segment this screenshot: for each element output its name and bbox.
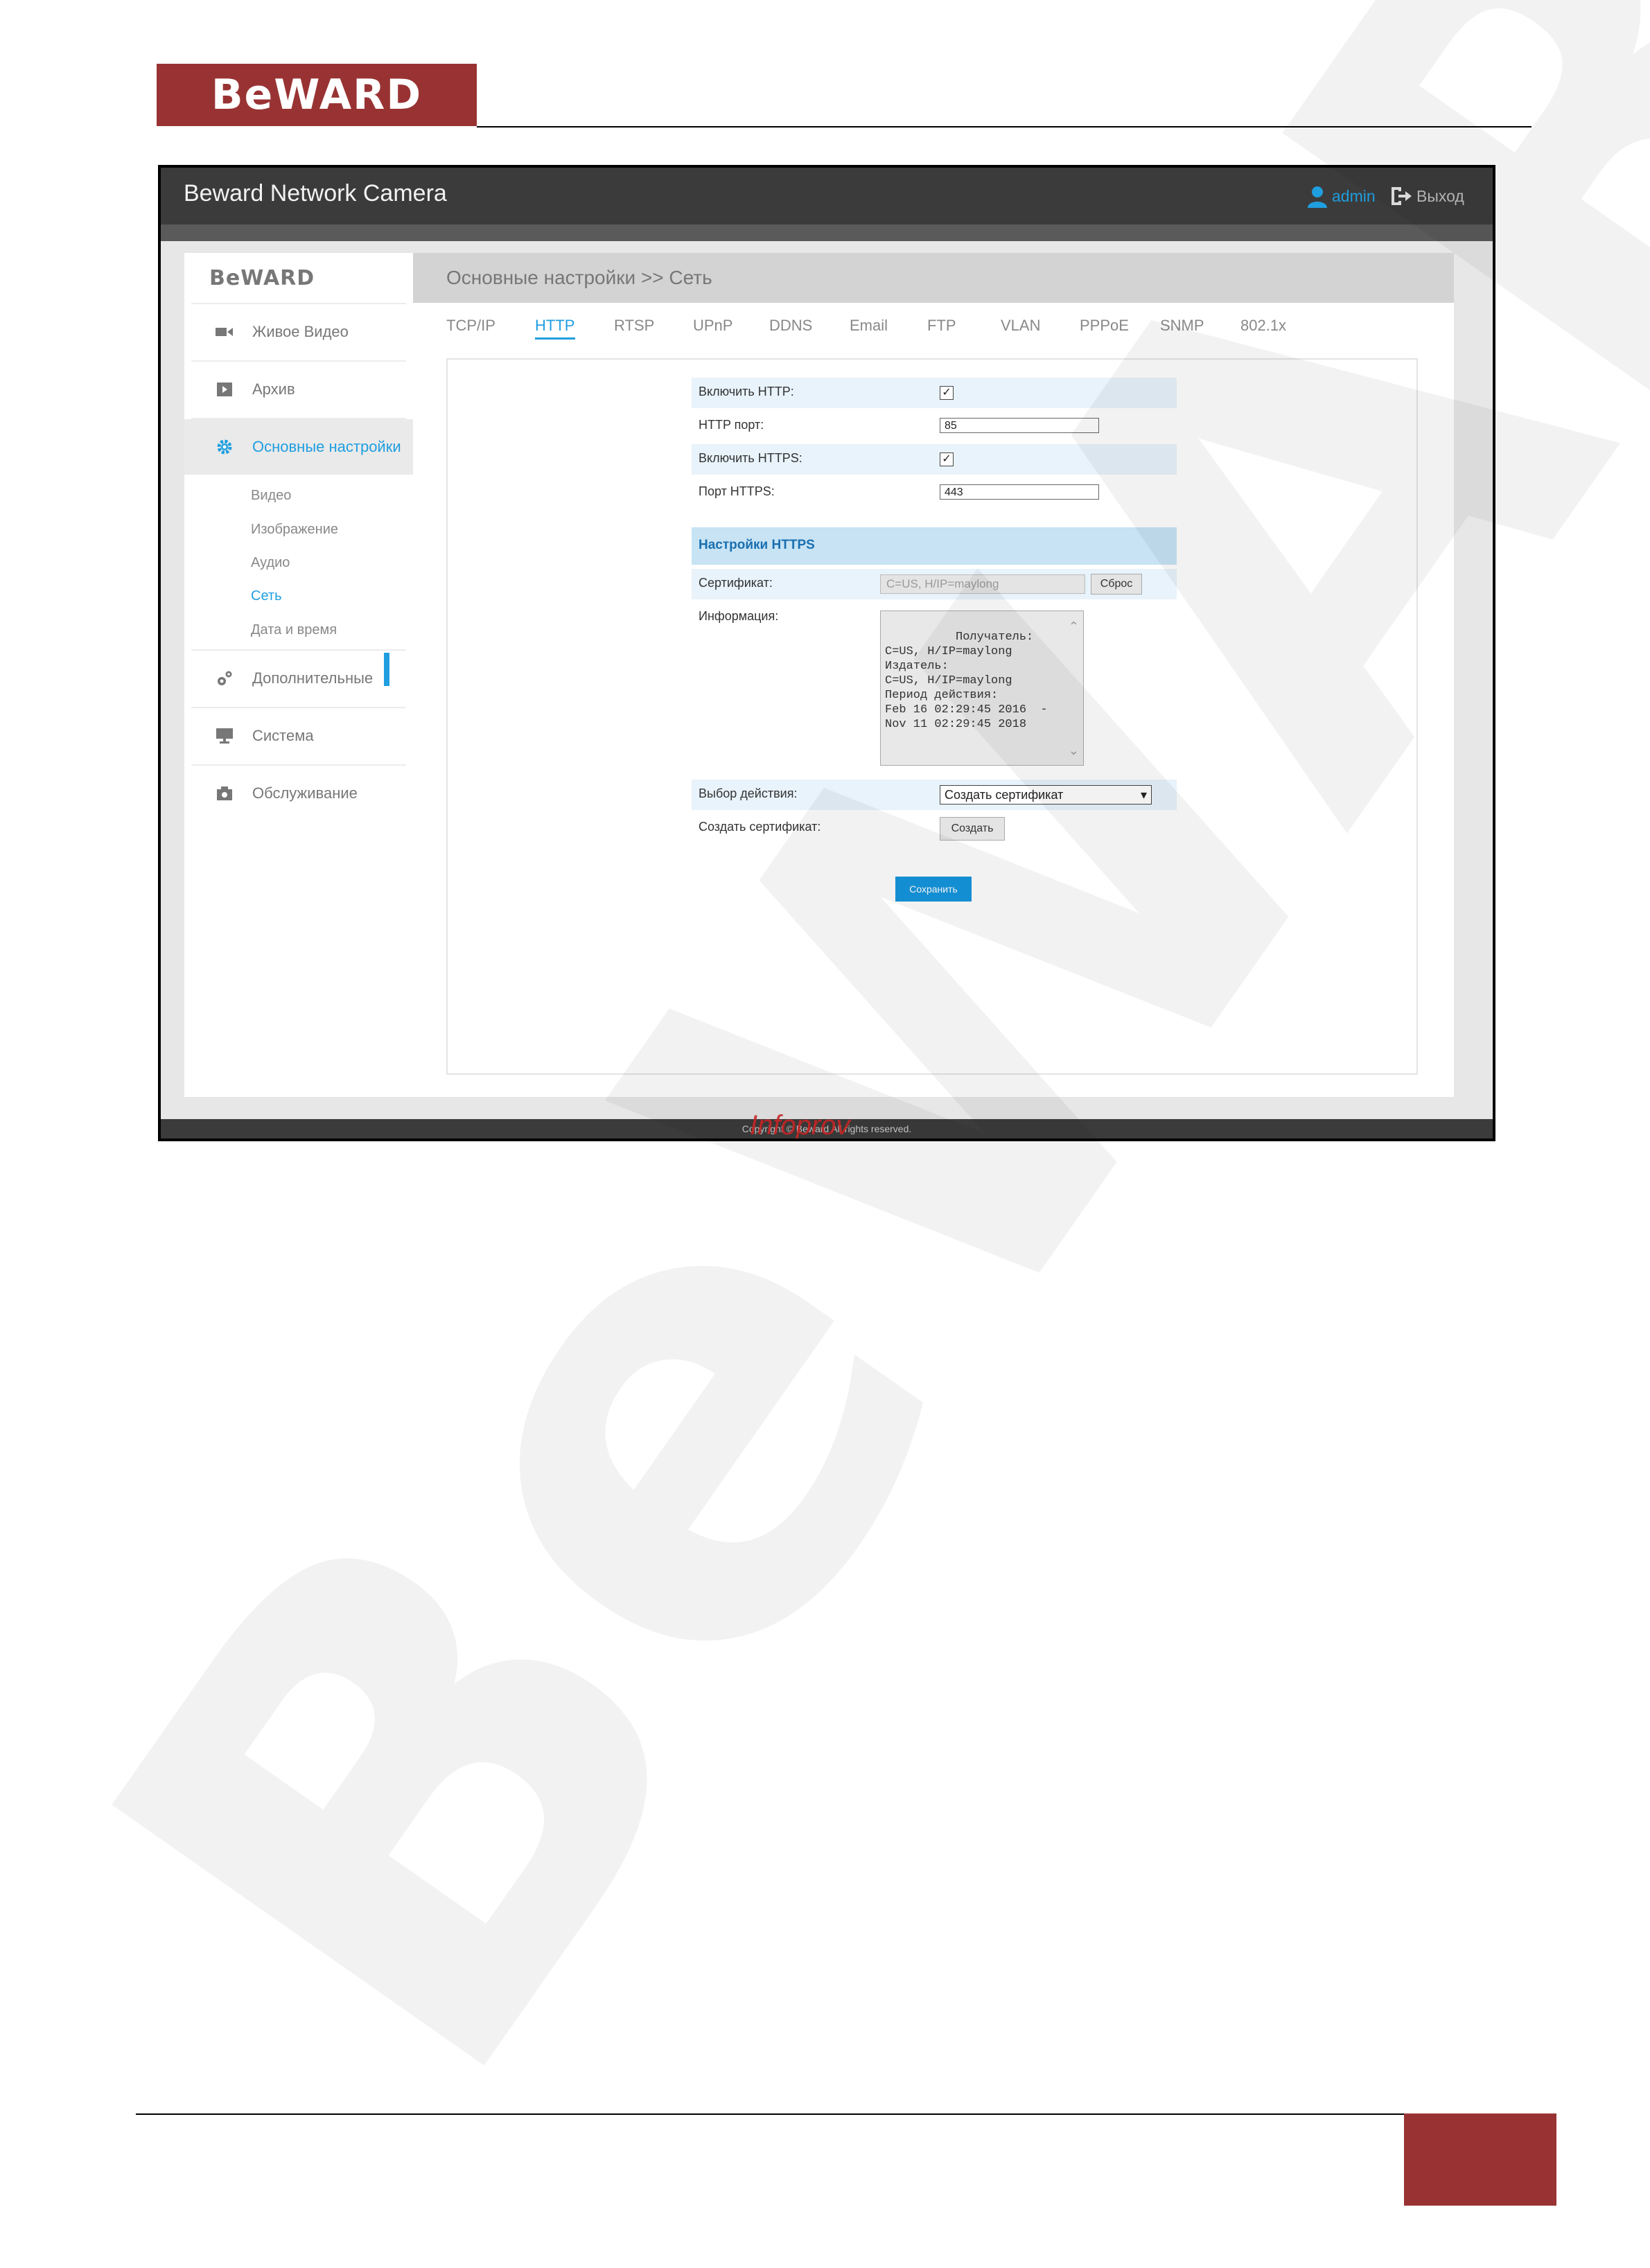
enable-http-label: Включить HTTP:	[699, 385, 794, 398]
tab-upnp[interactable]: UPnP	[693, 317, 732, 335]
http-port-input[interactable]: 85	[940, 418, 1099, 433]
tab-rtsp[interactable]: RTSP	[614, 317, 654, 335]
app-title: Beward Network Camera	[184, 180, 447, 206]
document-logo: BeWARD	[157, 64, 477, 126]
user-name-link[interactable]: admin	[1332, 187, 1376, 206]
chevron-down-icon: ▾	[1140, 788, 1147, 802]
certificate-field: C=US, H/IP=maylong	[880, 574, 1085, 594]
https-settings-title: Настройки HTTPS	[699, 538, 815, 552]
save-button[interactable]: Сохранить	[895, 877, 972, 902]
tab-pppoe[interactable]: PPPoE	[1080, 317, 1129, 335]
enable-https-row: Включить HTTPS: ✓	[692, 444, 1177, 475]
https-port-label: Порт HTTPS:	[699, 484, 775, 498]
gear-icon	[215, 437, 234, 457]
gears-icon	[215, 669, 234, 688]
video-camera-icon	[215, 322, 234, 342]
action-select[interactable]: Создать сертификат ▾	[940, 785, 1152, 805]
sidebar-item-label: Основные настройки	[252, 438, 401, 455]
top-bar-strip	[161, 225, 1493, 241]
certificate-info-textarea[interactable]: Получатель: C=US, H/IP=maylong Издатель:…	[880, 610, 1084, 766]
certificate-label: Сертификат:	[699, 576, 773, 590]
sidebar-item-archive[interactable]: Архив	[184, 362, 413, 417]
action-select-value: Создать сертификат	[945, 788, 1064, 802]
create-certificate-row: Создать сертификат: Создать	[692, 813, 1177, 843]
sidebar-item-advanced[interactable]: Дополнительные	[184, 651, 413, 706]
http-settings-panel: Включить HTTP: ✓ HTTP порт: 85 Включить …	[446, 358, 1418, 1075]
camera-icon	[215, 784, 234, 803]
http-port-label: HTTP порт:	[699, 418, 764, 432]
main-panel: Основные настройки >> Сеть TCP/IP HTTP R…	[413, 253, 1454, 1097]
sidebar-logo: BeWARD	[209, 265, 315, 290]
https-port-row: Порт HTTPS: 443	[692, 477, 1177, 508]
enable-http-row: Включить HTTP: ✓	[692, 378, 1177, 408]
scroll-down-icon[interactable]: ⌄	[1069, 745, 1079, 759]
sidebar-item-label: Живое Видео	[252, 323, 349, 340]
create-certificate-button[interactable]: Создать	[940, 817, 1005, 841]
info-label: Информация:	[699, 609, 779, 623]
sidebar-subitem-audio[interactable]: Аудио	[251, 555, 290, 571]
https-port-input[interactable]: 443	[940, 484, 1099, 500]
sidebar-active-indicator	[384, 653, 389, 686]
sidebar-item-live-video[interactable]: Живое Видео	[184, 304, 413, 360]
tab-http[interactable]: HTTP	[535, 317, 574, 335]
tab-8021x[interactable]: 802.1x	[1240, 317, 1286, 335]
http-port-row: HTTP порт: 85	[692, 411, 1177, 441]
enable-http-checkbox[interactable]: ✓	[940, 386, 954, 400]
tab-ddns[interactable]: DDNS	[769, 317, 812, 335]
logout-icon[interactable]	[1390, 186, 1412, 206]
action-label: Выбор действия:	[699, 786, 798, 800]
document-footer-rule	[136, 2113, 1404, 2115]
breadcrumb: Основные настройки >> Сеть	[446, 267, 712, 288]
certificate-row: Сертификат: C=US, H/IP=maylong Сброс	[692, 569, 1177, 599]
sidebar-subitem-image[interactable]: Изображение	[251, 522, 338, 538]
network-tabs: TCP/IP HTTP RTSP UPnP DDNS Email FTP VLA…	[413, 303, 1454, 351]
tab-ftp[interactable]: FTP	[927, 317, 956, 335]
sidebar-subitem-date-time[interactable]: Дата и время	[251, 622, 337, 638]
sidebar-item-label: Система	[252, 727, 314, 744]
sidebar-subitem-network[interactable]: Сеть	[251, 588, 281, 604]
https-settings-header: Настройки HTTPS	[692, 527, 1177, 565]
enable-https-label: Включить HTTPS:	[699, 451, 802, 465]
sidebar-item-basic-settings[interactable]: Основные настройки	[184, 419, 413, 475]
logout-link[interactable]: Выход	[1416, 187, 1464, 206]
create-certificate-label: Создать сертификат:	[699, 820, 821, 834]
sidebar: BeWARD Живое Видео Архив Основные настро…	[184, 253, 413, 1097]
tab-email[interactable]: Email	[850, 317, 888, 335]
active-tab-underline	[535, 337, 575, 340]
user-icon[interactable]	[1307, 186, 1328, 208]
document-header-rule	[477, 126, 1531, 128]
certificate-info-text: Получатель: C=US, H/IP=maylong Издатель:…	[885, 631, 1048, 731]
info-row: Информация: Получатель: C=US, H/IP=maylo…	[692, 602, 1177, 775]
breadcrumb-bar: Основные настройки >> Сеть	[413, 253, 1454, 303]
monitor-icon	[215, 726, 234, 746]
enable-https-checkbox[interactable]: ✓	[940, 452, 954, 466]
sidebar-item-system[interactable]: Система	[184, 708, 413, 764]
action-row: Выбор действия: Создать сертификат ▾	[692, 780, 1177, 810]
copyright-overlay-text: Infoprov	[750, 1110, 850, 1139]
tab-tcpip[interactable]: TCP/IP	[446, 317, 495, 335]
top-bar: Beward Network Camera admin Выход	[161, 168, 1493, 225]
scroll-up-icon[interactable]: ⌃	[1069, 621, 1079, 635]
play-icon	[215, 380, 234, 399]
tab-snmp[interactable]: SNMP	[1160, 317, 1204, 335]
sidebar-subitem-video[interactable]: Видео	[251, 488, 291, 504]
sidebar-item-label: Обслуживание	[252, 784, 358, 802]
document-footer-block	[1404, 2113, 1556, 2206]
sidebar-item-label: Дополнительные	[252, 669, 374, 687]
sidebar-item-label: Архив	[252, 380, 295, 398]
reset-certificate-button[interactable]: Сброс	[1091, 574, 1142, 595]
sidebar-item-maintenance[interactable]: Обслуживание	[184, 766, 413, 821]
tab-vlan[interactable]: VLAN	[1001, 317, 1040, 335]
camera-web-ui: Beward Network Camera admin Выход BeWARD…	[161, 168, 1493, 1139]
